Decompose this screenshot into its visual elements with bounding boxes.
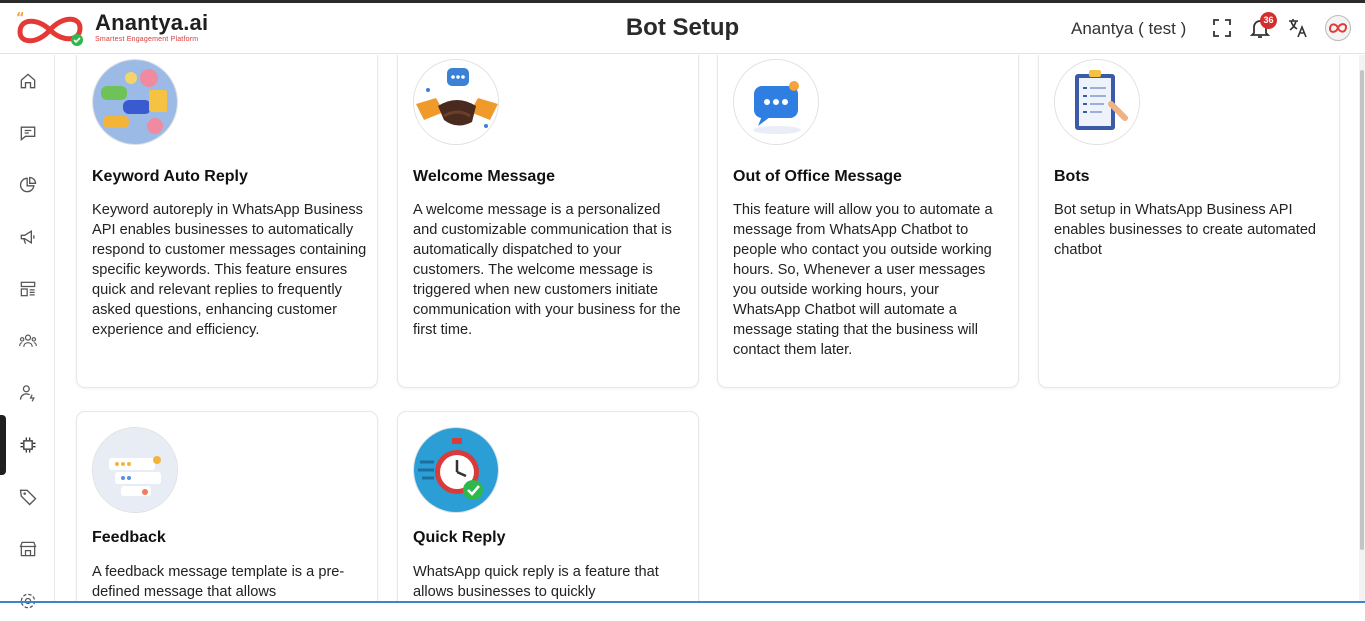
- agents-icon: [19, 385, 35, 402]
- card-title: Out of Office Message: [733, 168, 902, 185]
- stopwatch-icon: [414, 428, 498, 512]
- out-of-office-illustration: [733, 59, 819, 145]
- quick-reply-illustration: [413, 427, 499, 513]
- sidebar-item-home[interactable]: [0, 61, 55, 101]
- sidebar-item-agents[interactable]: [0, 373, 55, 413]
- card-feedback[interactable]: Feedback A feedback message template is …: [76, 411, 378, 603]
- notification-count-badge: 36: [1260, 12, 1277, 29]
- bots-illustration: [1054, 59, 1140, 145]
- sidebar-item-store[interactable]: [0, 529, 55, 569]
- card-title: Feedback: [92, 529, 166, 546]
- card-title: Keyword Auto Reply: [92, 168, 248, 185]
- feedback-stars-icon: [93, 428, 177, 512]
- clipboard-icon: [1055, 60, 1139, 144]
- sidebar-item-analytics[interactable]: [0, 165, 55, 205]
- user-account-label[interactable]: Anantya ( test ): [1071, 19, 1186, 39]
- card-keyword-auto-reply[interactable]: Keyword Auto Reply Keyword autoreply in …: [76, 55, 378, 388]
- main-content: Keyword Auto Reply Keyword autoreply in …: [56, 55, 1359, 603]
- card-description: Keyword autoreply in WhatsApp Business A…: [92, 202, 367, 338]
- top-header: “ Anantya.ai Smartest Engagement Platfor…: [0, 3, 1365, 54]
- sidebar-item-campaign[interactable]: [0, 217, 55, 257]
- sidebar-item-tags[interactable]: [0, 477, 55, 517]
- analytics-icon: [19, 176, 36, 193]
- keyword-bubbles-icon: [93, 60, 177, 144]
- campaign-icon: [20, 229, 34, 245]
- contacts-icon: [18, 334, 37, 347]
- card-description: A welcome message is a personalized and …: [413, 202, 681, 338]
- card-description: Bot setup in WhatsApp Business API enabl…: [1054, 202, 1317, 258]
- card-out-of-office-message[interactable]: Out of Office Message This feature will …: [717, 55, 1019, 388]
- translate-icon[interactable]: [1286, 16, 1310, 40]
- card-bots[interactable]: Bots Bot setup in WhatsApp Business API …: [1038, 55, 1340, 388]
- avatar[interactable]: [1325, 15, 1351, 41]
- fullscreen-icon[interactable]: [1210, 16, 1234, 40]
- card-title: Bots: [1054, 168, 1090, 185]
- feedback-illustration: [92, 427, 178, 513]
- card-title: Welcome Message: [413, 168, 555, 185]
- home-icon: [20, 73, 35, 89]
- card-title: Quick Reply: [413, 529, 506, 546]
- keyword-auto-reply-illustration: [92, 59, 178, 145]
- card-quick-reply[interactable]: Quick Reply WhatsApp quick reply is a fe…: [397, 411, 699, 603]
- avatar-logo-icon: [1328, 23, 1348, 33]
- welcome-message-illustration: [413, 59, 499, 145]
- card-description: A feedback message template is a pre-def…: [92, 564, 345, 600]
- chat-icon: [20, 126, 35, 142]
- card-welcome-message[interactable]: Welcome Message A welcome message is a p…: [397, 55, 699, 388]
- message-bubble-icon: [734, 60, 818, 144]
- handshake-icon: [414, 60, 498, 144]
- sidebar-item-chat[interactable]: [0, 113, 55, 153]
- sidebar: [0, 55, 55, 609]
- tag-icon: [19, 489, 36, 506]
- store-icon: [19, 541, 36, 557]
- sidebar-item-bot-setup[interactable]: [0, 415, 55, 475]
- bot-setup-icon: [20, 437, 35, 453]
- card-description: WhatsApp quick reply is a feature that a…: [413, 564, 659, 600]
- card-description: This feature will allow you to automate …: [733, 202, 993, 358]
- sidebar-item-templates[interactable]: [0, 269, 55, 309]
- templates-icon: [20, 281, 35, 297]
- sidebar-item-contacts[interactable]: [0, 321, 55, 361]
- scrollbar-thumb[interactable]: [1360, 70, 1364, 550]
